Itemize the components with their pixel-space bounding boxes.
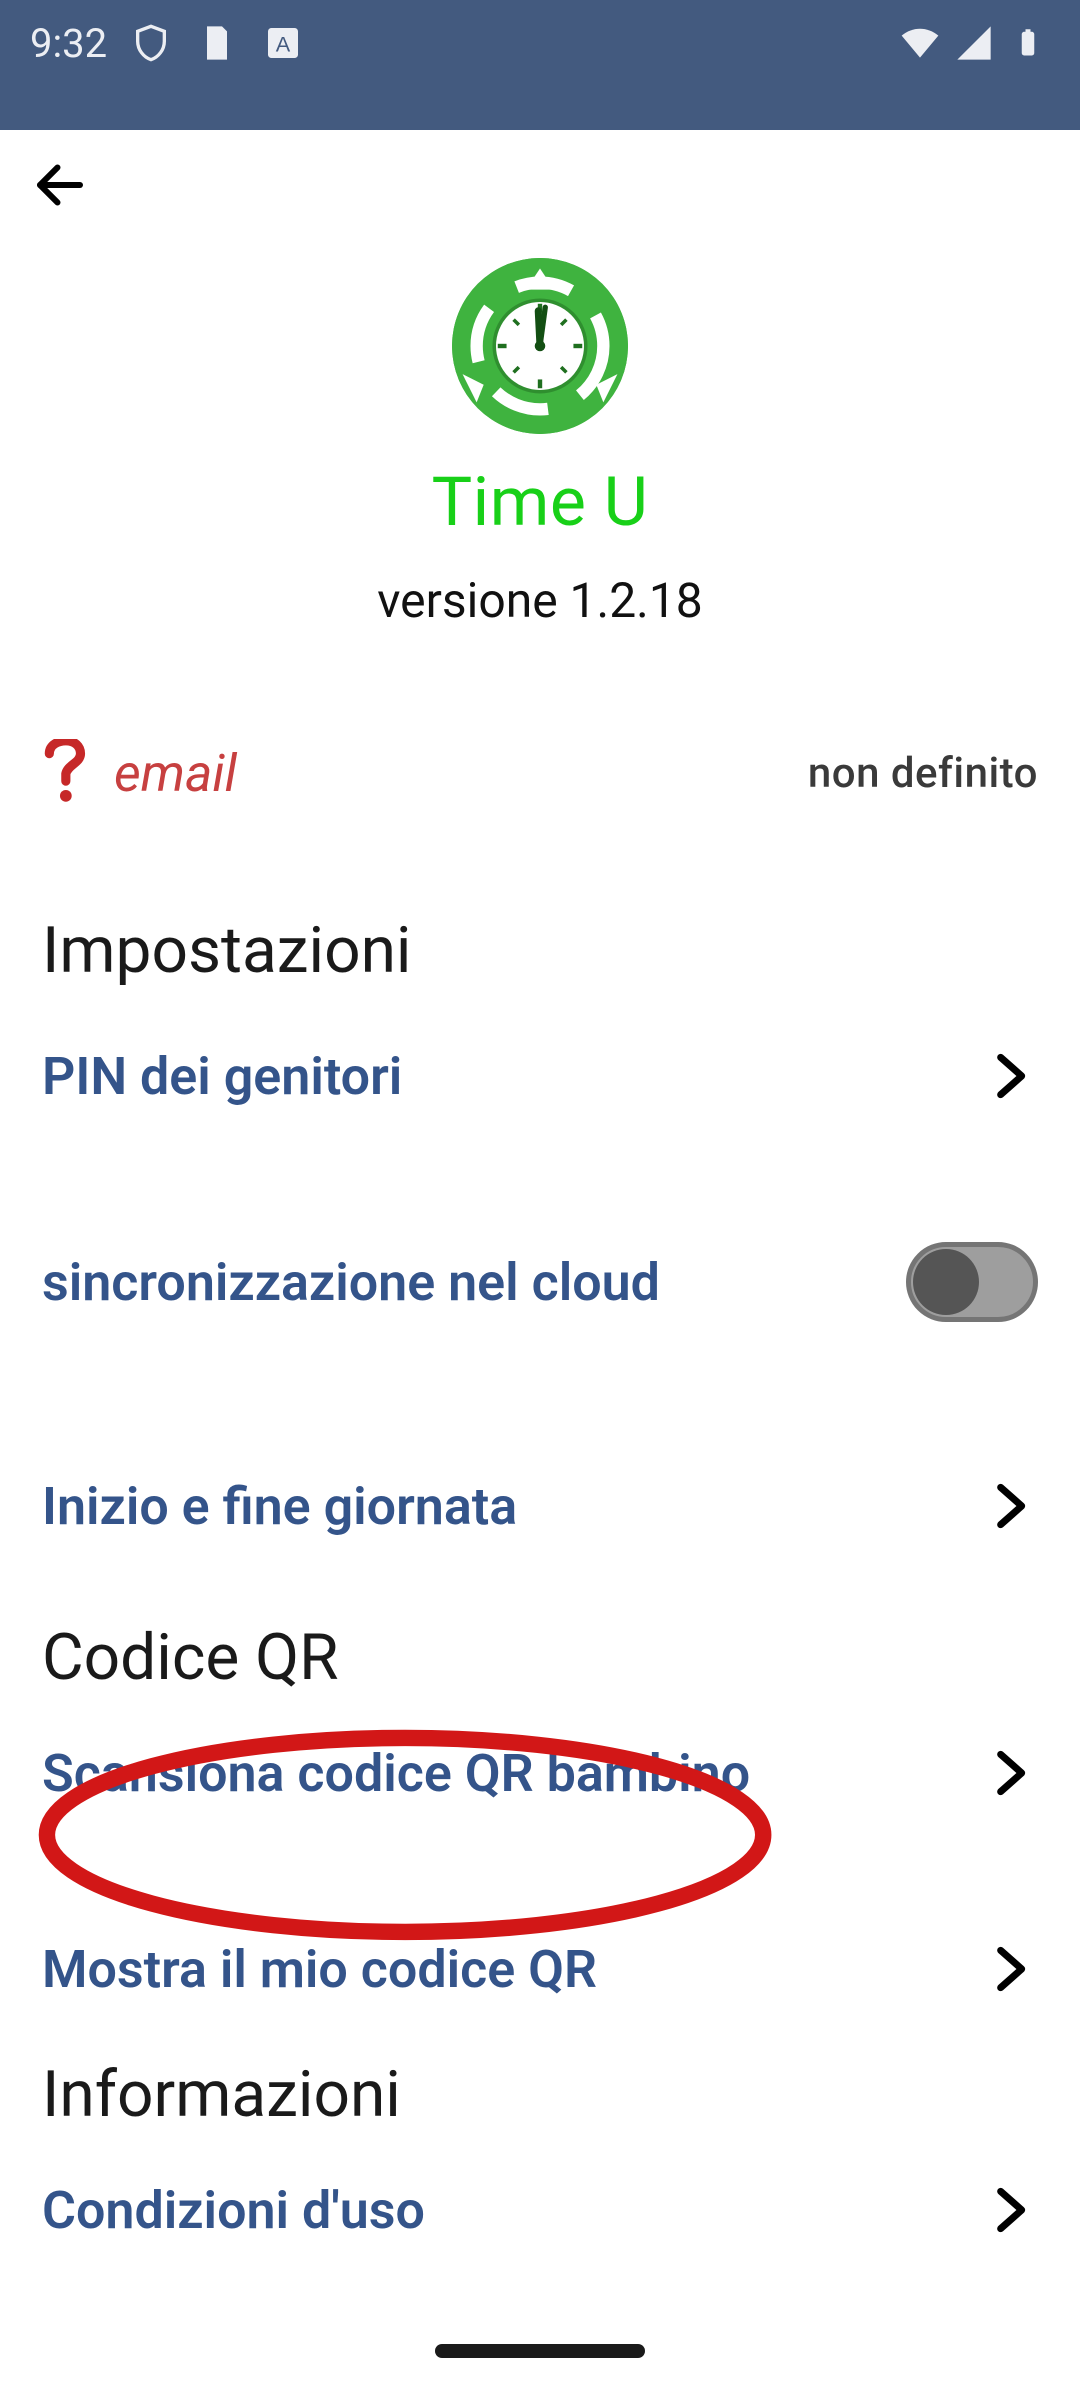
cloud-sync-toggle[interactable]	[906, 1242, 1038, 1322]
chevron-right-icon	[982, 1745, 1038, 1801]
status-time: 9:32	[30, 20, 107, 67]
row-day-bounds[interactable]: Inizio e fine giornata	[0, 1446, 1080, 1566]
sd-card-icon	[195, 21, 239, 65]
wifi-icon	[898, 21, 942, 65]
row-show-my-qr[interactable]: Mostra il mio codice QR	[0, 1909, 1080, 2029]
toggle-knob	[913, 1249, 979, 1315]
row-scan-child-qr[interactable]: Scansiona codice QR bambino	[0, 1713, 1080, 1833]
section-info: Informazioni	[0, 2057, 1080, 2132]
keyboard-indicator-icon: A	[261, 21, 305, 65]
chevron-right-icon	[982, 1941, 1038, 1997]
row-label: PIN dei genitori	[42, 1046, 402, 1107]
header-strip	[0, 86, 1080, 130]
row-label: Mostra il mio codice QR	[42, 1939, 597, 2000]
email-value: non definito	[808, 749, 1038, 798]
chevron-right-icon	[982, 1048, 1038, 1104]
nav-handle[interactable]	[435, 2344, 645, 2358]
row-parent-pin[interactable]: PIN dei genitori	[0, 1016, 1080, 1136]
app-name: Time U	[432, 462, 649, 542]
email-left: email	[42, 739, 237, 807]
shield-icon	[129, 21, 173, 65]
cell-signal-icon	[952, 21, 996, 65]
status-bar: 9:32 A	[0, 0, 1080, 86]
row-label: Condizioni d'uso	[42, 2180, 425, 2241]
chevron-right-icon	[982, 2182, 1038, 2238]
status-right	[898, 21, 1050, 65]
row-label: Inizio e fine giornata	[42, 1476, 517, 1537]
question-mark-icon	[42, 739, 86, 807]
content: Time U versione 1.2.18 email non definit…	[0, 240, 1080, 2322]
app-version: versione 1.2.18	[377, 572, 703, 629]
svg-text:A: A	[276, 31, 291, 56]
section-qr: Codice QR	[0, 1620, 1080, 1695]
row-cloud-sync[interactable]: sincronizzazione nel cloud	[0, 1222, 1080, 1342]
app-logo-block: Time U versione 1.2.18	[0, 240, 1080, 629]
row-label: Scansiona codice QR bambino	[42, 1743, 750, 1804]
row-label: sincronizzazione nel cloud	[42, 1252, 660, 1313]
chevron-right-icon	[982, 1478, 1038, 1534]
row-terms[interactable]: Condizioni d'uso	[0, 2150, 1080, 2270]
status-left: 9:32 A	[30, 20, 305, 67]
arrow-left-icon	[30, 155, 90, 215]
email-row[interactable]: email non definito	[0, 739, 1080, 807]
battery-icon	[1006, 21, 1050, 65]
section-settings: Impostazioni	[0, 913, 1080, 988]
email-label: email	[114, 743, 237, 804]
back-button[interactable]	[20, 145, 100, 225]
app-bar	[0, 130, 1080, 240]
app-logo-icon	[452, 258, 628, 434]
highlight-wrap: Scansiona codice QR bambino	[42, 1743, 750, 1804]
system-nav-bar	[0, 2322, 1080, 2400]
